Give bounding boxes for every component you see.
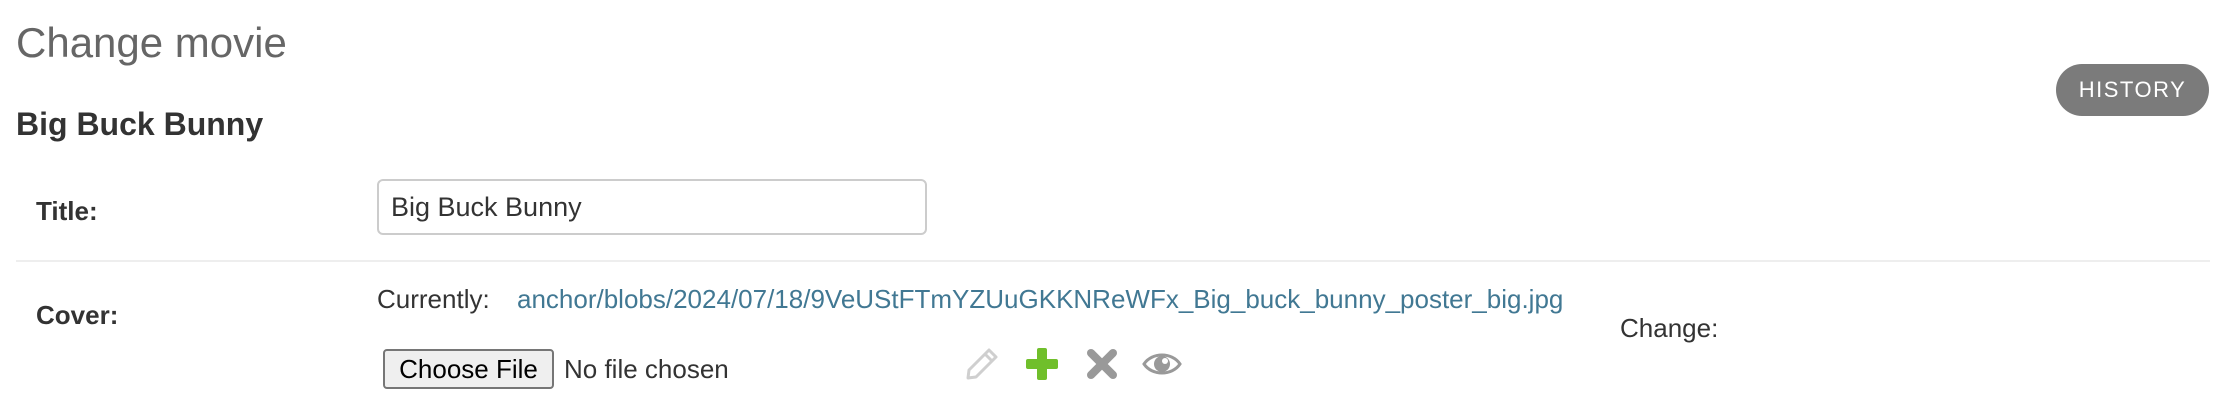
- change-label: Change:: [1620, 313, 1719, 343]
- title-label: Title:: [36, 196, 98, 226]
- eye-icon[interactable]: [1142, 344, 1182, 384]
- choose-file-button[interactable]: Choose File: [383, 349, 554, 389]
- file-input[interactable]: Choose File No file chosen: [383, 349, 729, 389]
- cover-label: Cover:: [36, 300, 119, 330]
- current-file-link[interactable]: anchor/blobs/2024/07/18/9VeUStFTmYZUuGKK…: [517, 284, 1563, 315]
- no-file-chosen-text: No file chosen: [564, 353, 729, 384]
- plus-icon[interactable]: [1022, 344, 1062, 384]
- page-title: Change movie: [16, 19, 287, 66]
- history-button[interactable]: HISTORY: [2056, 64, 2209, 116]
- object-title: Big Buck Bunny: [16, 106, 264, 142]
- x-icon[interactable]: [1082, 344, 1122, 384]
- pencil-icon: [962, 344, 1002, 384]
- title-input[interactable]: [377, 179, 927, 235]
- currently-label: Currently:: [377, 284, 490, 314]
- field-divider: [16, 260, 2210, 262]
